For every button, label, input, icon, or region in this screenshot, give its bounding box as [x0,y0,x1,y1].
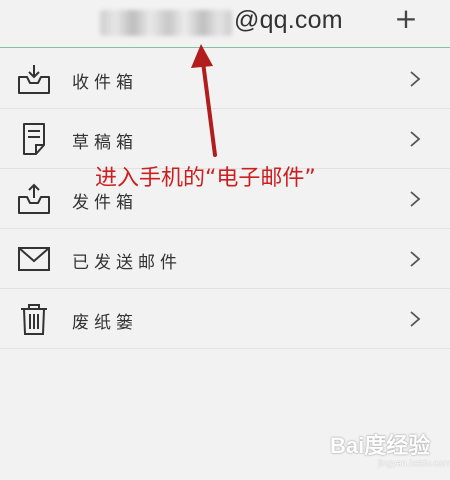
annotation-text: 进入手机的“电子邮件” [95,166,316,191]
baidu-jingyan-watermark: Bai度经验 [330,433,431,458]
account-header: @qq.com + [0,0,450,48]
folder-list: 收件箱 草稿箱 发件箱 已发送邮件 废纸篓 [0,49,450,349]
blurred-account-name [100,10,232,36]
chevron-right-icon [410,191,421,207]
inbox-icon [18,65,50,94]
folder-item-trash[interactable]: 废纸篓 [0,289,450,349]
plus-icon: + [394,2,418,35]
folder-label: 废纸篓 [72,313,138,333]
add-button[interactable]: + [392,4,420,34]
chevron-right-icon [410,311,421,327]
account-email-domain: @qq.com [234,6,343,34]
folder-label: 已发送邮件 [72,253,182,273]
outbox-icon [18,183,50,214]
folder-label: 收件箱 [72,73,138,93]
chevron-right-icon [410,251,421,267]
watermark-url: jingyan.baidu.com [378,458,450,468]
chevron-right-icon [410,71,421,87]
sent-mail-icon [18,247,50,271]
chevron-right-icon [410,131,421,147]
folder-label: 草稿箱 [72,133,138,153]
folder-item-inbox[interactable]: 收件箱 [0,49,450,109]
folder-item-sent[interactable]: 已发送邮件 [0,229,450,289]
trash-icon [21,304,47,335]
drafts-icon [23,123,45,155]
